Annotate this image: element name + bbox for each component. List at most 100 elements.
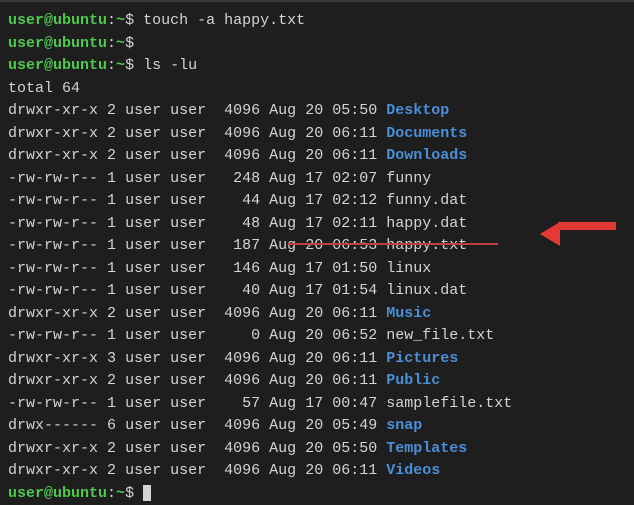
day: 20 bbox=[305, 440, 323, 457]
filename: Public bbox=[386, 372, 440, 389]
month: Aug bbox=[269, 372, 296, 389]
prompt-path: ~ bbox=[116, 12, 125, 29]
ls-row: drwxr-xr-x 2 user user 4096 Aug 20 06:11… bbox=[8, 460, 626, 483]
filename: Desktop bbox=[386, 102, 449, 119]
group: user bbox=[170, 372, 206, 389]
owner: user bbox=[125, 215, 161, 232]
group: user bbox=[170, 282, 206, 299]
month: Aug bbox=[269, 417, 296, 434]
group: user bbox=[170, 305, 206, 322]
group: user bbox=[170, 147, 206, 164]
link-count: 1 bbox=[107, 395, 116, 412]
group: user bbox=[170, 237, 206, 254]
cmd-line[interactable]: user@ubuntu:~$ bbox=[8, 483, 626, 505]
link-count: 1 bbox=[107, 327, 116, 344]
prompt-path: ~ bbox=[116, 485, 125, 502]
size: 248 bbox=[215, 170, 260, 187]
filename: funny.dat bbox=[386, 192, 467, 209]
prompt-dollar: $ bbox=[125, 12, 134, 29]
size: 0 bbox=[215, 327, 260, 344]
permissions: drwxr-xr-x bbox=[8, 372, 98, 389]
prompt-user: user@ubuntu bbox=[8, 35, 107, 52]
month: Aug bbox=[269, 462, 296, 479]
link-count: 1 bbox=[107, 170, 116, 187]
permissions: drwxr-xr-x bbox=[8, 102, 98, 119]
highlight-underline bbox=[288, 243, 498, 245]
day: 17 bbox=[305, 260, 323, 277]
cmd-line: user@ubuntu:~$ ls -lu bbox=[8, 55, 626, 78]
prompt-user: user@ubuntu bbox=[8, 485, 107, 502]
owner: user bbox=[125, 102, 161, 119]
time: 06:11 bbox=[332, 147, 377, 164]
day: 17 bbox=[305, 282, 323, 299]
terminal[interactable]: user@ubuntu:~$ touch -a happy.txtuser@ub… bbox=[8, 10, 626, 505]
month: Aug bbox=[269, 350, 296, 367]
permissions: -rw-rw-r-- bbox=[8, 215, 98, 232]
time: 06:11 bbox=[332, 462, 377, 479]
size: 44 bbox=[215, 192, 260, 209]
owner: user bbox=[125, 125, 161, 142]
prompt-dollar: $ bbox=[125, 57, 134, 74]
size: 40 bbox=[215, 282, 260, 299]
owner: user bbox=[125, 237, 161, 254]
size: 4096 bbox=[215, 462, 260, 479]
filename: Pictures bbox=[386, 350, 458, 367]
day: 20 bbox=[305, 102, 323, 119]
filename: samplefile.txt bbox=[386, 395, 512, 412]
permissions: drwxr-xr-x bbox=[8, 462, 98, 479]
size: 57 bbox=[215, 395, 260, 412]
size: 4096 bbox=[215, 372, 260, 389]
ls-row: drwxr-xr-x 2 user user 4096 Aug 20 06:11… bbox=[8, 370, 626, 393]
time: 01:50 bbox=[332, 260, 377, 277]
filename: happy.dat bbox=[386, 215, 467, 232]
prompt-sep: : bbox=[107, 12, 116, 29]
size: 4096 bbox=[215, 102, 260, 119]
month: Aug bbox=[269, 102, 296, 119]
prompt-sep: : bbox=[107, 57, 116, 74]
filename: linux bbox=[386, 260, 431, 277]
month: Aug bbox=[269, 395, 296, 412]
owner: user bbox=[125, 260, 161, 277]
month: Aug bbox=[269, 260, 296, 277]
group: user bbox=[170, 102, 206, 119]
ls-row: -rw-rw-r-- 1 user user 146 Aug 17 01:50 … bbox=[8, 258, 626, 281]
time: 02:12 bbox=[332, 192, 377, 209]
link-count: 2 bbox=[107, 147, 116, 164]
time: 06:53 bbox=[332, 237, 377, 254]
day: 20 bbox=[305, 305, 323, 322]
ls-row: -rw-rw-r-- 1 user user 40 Aug 17 01:54 l… bbox=[8, 280, 626, 303]
group: user bbox=[170, 192, 206, 209]
ls-row: drwxr-xr-x 2 user user 4096 Aug 20 05:50… bbox=[8, 100, 626, 123]
permissions: drwxr-xr-x bbox=[8, 305, 98, 322]
prompt-path: ~ bbox=[116, 35, 125, 52]
owner: user bbox=[125, 462, 161, 479]
command-text: touch -a happy.txt bbox=[134, 12, 305, 29]
ls-row: -rw-rw-r-- 1 user user 0 Aug 20 06:52 ne… bbox=[8, 325, 626, 348]
group: user bbox=[170, 462, 206, 479]
day: 20 bbox=[305, 350, 323, 367]
month: Aug bbox=[269, 327, 296, 344]
time: 05:50 bbox=[332, 102, 377, 119]
permissions: -rw-rw-r-- bbox=[8, 327, 98, 344]
prompt-user: user@ubuntu bbox=[8, 12, 107, 29]
month: Aug bbox=[269, 147, 296, 164]
pointer-arrow bbox=[540, 222, 618, 246]
group: user bbox=[170, 215, 206, 232]
day: 20 bbox=[305, 147, 323, 164]
filename: Music bbox=[386, 305, 431, 322]
owner: user bbox=[125, 305, 161, 322]
size: 4096 bbox=[215, 350, 260, 367]
day: 17 bbox=[305, 170, 323, 187]
size: 4096 bbox=[215, 147, 260, 164]
link-count: 2 bbox=[107, 125, 116, 142]
day: 20 bbox=[305, 417, 323, 434]
ls-row: -rw-rw-r-- 1 user user 44 Aug 17 02:12 f… bbox=[8, 190, 626, 213]
permissions: drwx------ bbox=[8, 417, 98, 434]
day: 17 bbox=[305, 192, 323, 209]
time: 05:50 bbox=[332, 440, 377, 457]
owner: user bbox=[125, 372, 161, 389]
link-count: 2 bbox=[107, 462, 116, 479]
filename: happy.txt bbox=[386, 237, 467, 254]
owner: user bbox=[125, 147, 161, 164]
time: 02:07 bbox=[332, 170, 377, 187]
